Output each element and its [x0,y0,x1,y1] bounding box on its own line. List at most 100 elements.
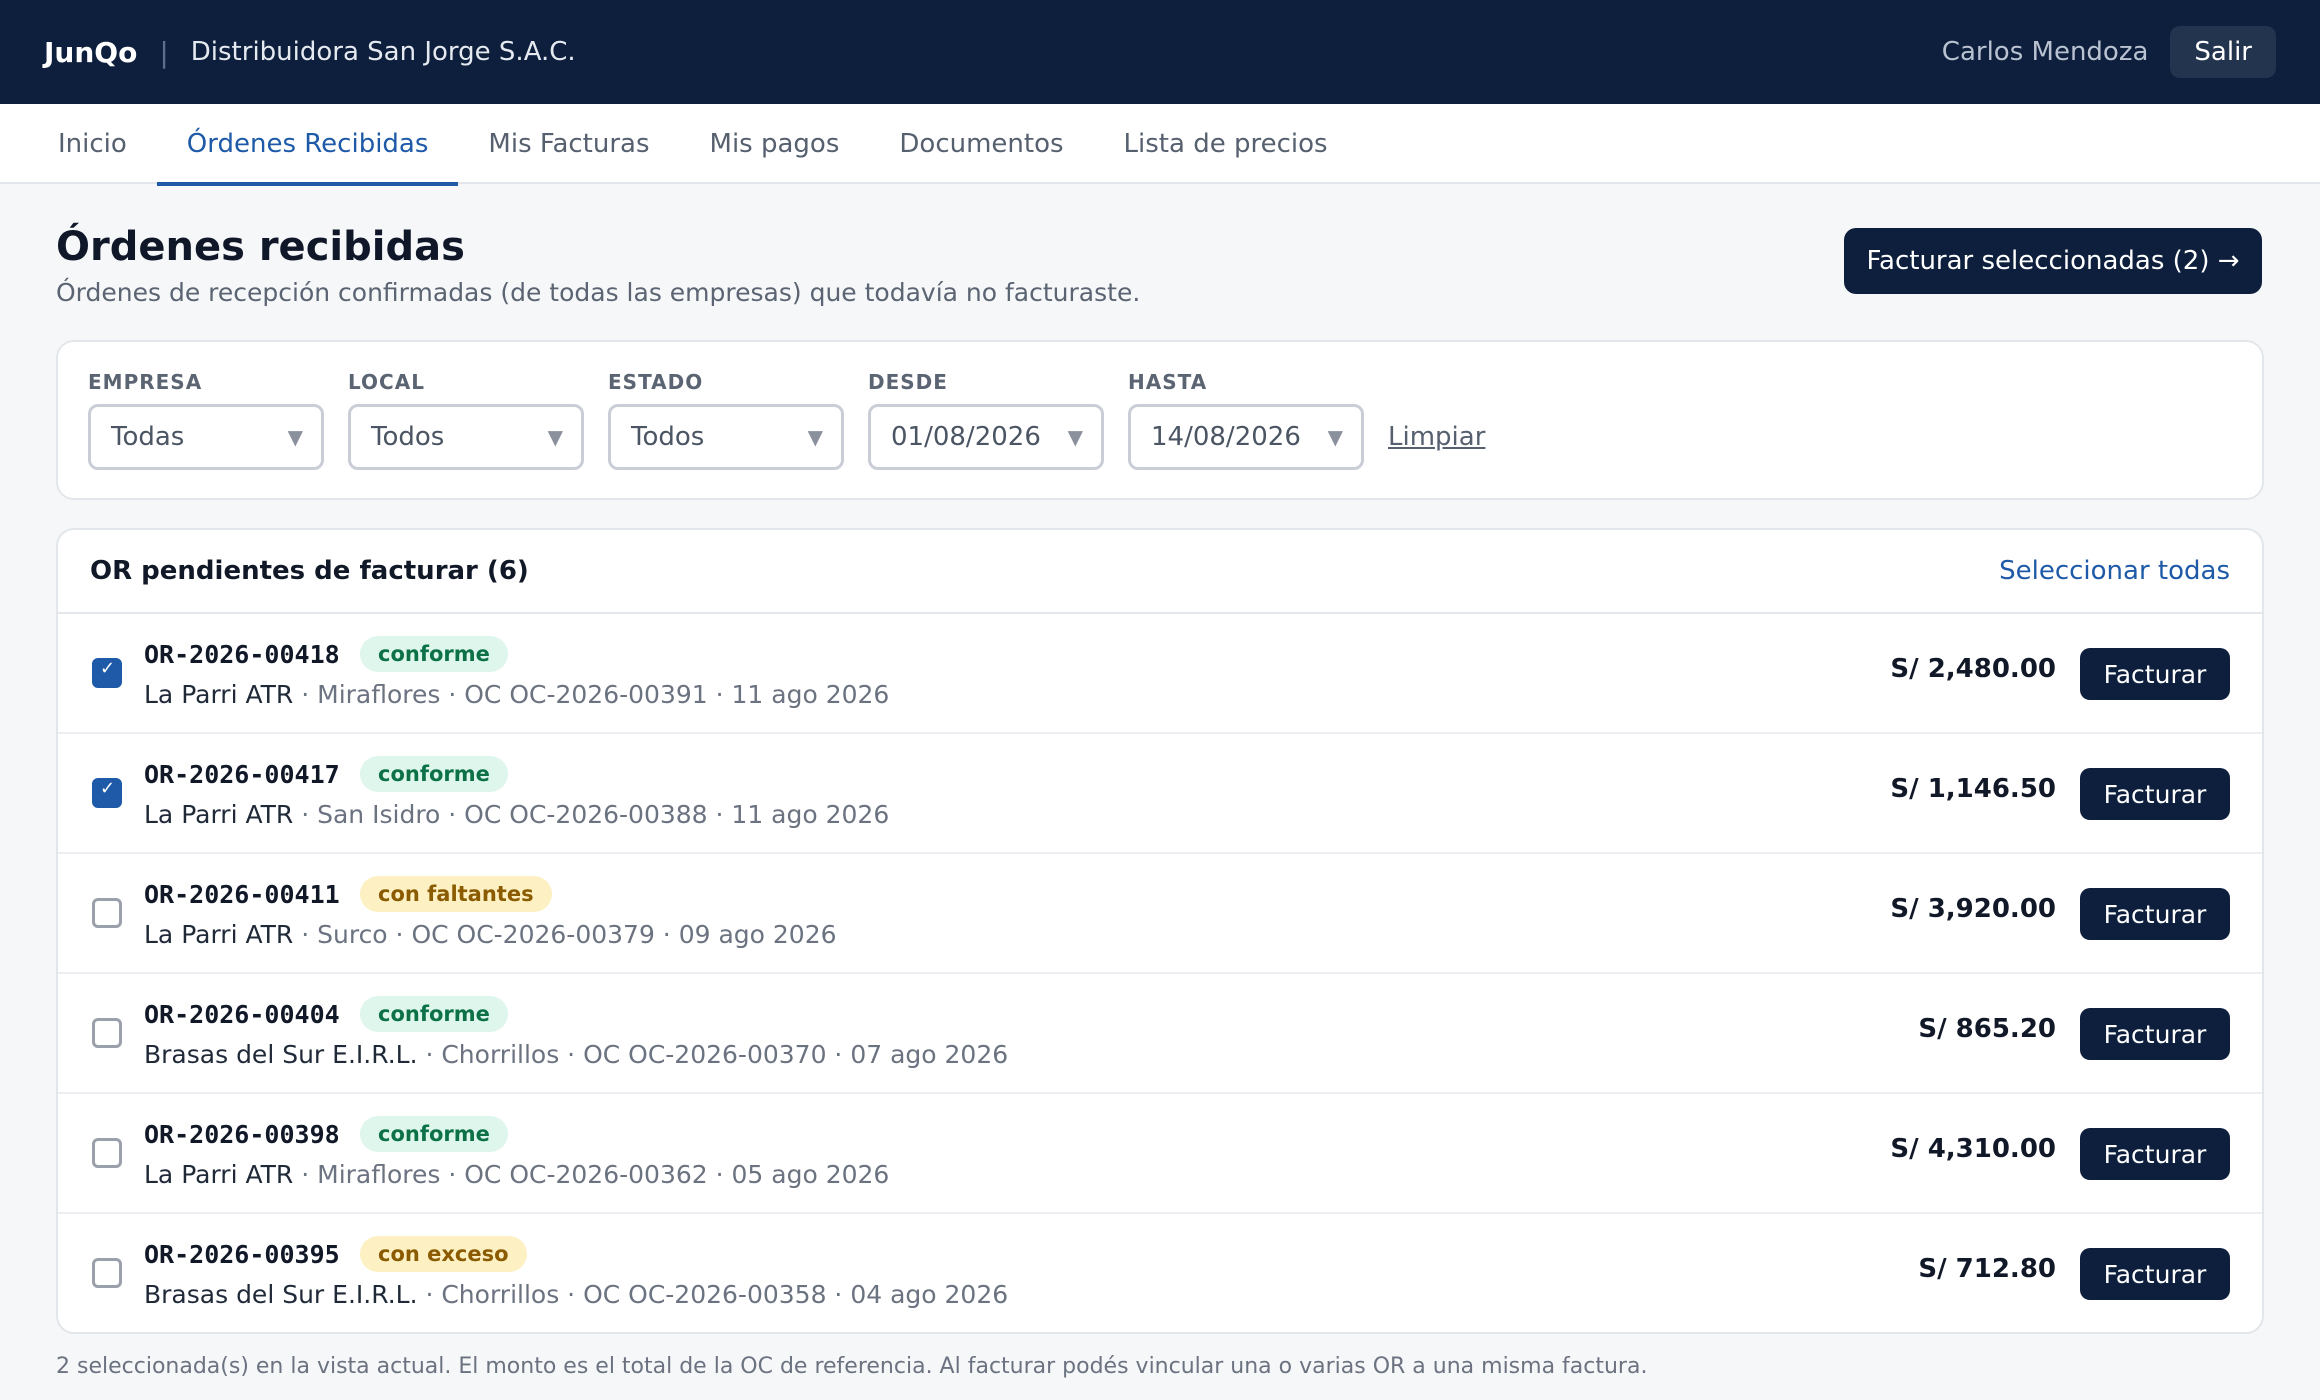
invoice-button[interactable]: Facturar [2080,888,2230,940]
list-item: OR-2026-00417 conforme La Parri ATR · Sa… [58,734,2262,854]
tab-lista-de-precios[interactable]: Lista de precios [1094,104,1358,184]
company-name: Distribuidora San Jorge S.A.C. [190,37,576,67]
pending-or-list: OR pendientes de facturar (6) Selecciona… [56,528,2264,1334]
estado-select[interactable]: Todos ▼ [608,404,844,470]
row-checkbox[interactable] [92,898,122,928]
brand-logo[interactable]: JunQo [44,36,137,69]
client-name: Brasas del Sur E.I.R.L. [144,1040,418,1069]
tab-mis-pagos[interactable]: Mis pagos [680,104,870,184]
chevron-down-icon: ▼ [1327,425,1343,449]
status-badge: conforme [360,1116,508,1152]
row-amount: S/ 1,146.50 [1890,774,2056,804]
row-details: · Surco · OC OC-2026-00379 · 09 ago 2026 [293,920,837,949]
or-code[interactable]: OR-2026-00417 [144,760,340,789]
row-checkbox[interactable] [92,658,122,688]
user-name: Carlos Mendoza [1941,37,2149,67]
filters-panel: EMPRESA Todas ▼ LOCAL Todos ▼ ESTADO Tod… [56,340,2264,500]
chevron-down-icon: ▼ [1067,425,1083,449]
filter-local: LOCAL Todos ▼ [348,370,584,470]
invoice-button[interactable]: Facturar [2080,1008,2230,1060]
row-checkbox[interactable] [92,1018,122,1048]
filter-estado: ESTADO Todos ▼ [608,370,844,470]
or-code[interactable]: OR-2026-00395 [144,1240,340,1269]
client-name: La Parri ATR [144,920,294,949]
logout-button[interactable]: Salir [2170,26,2276,78]
client-name: La Parri ATR [144,1160,294,1189]
desde-date-select[interactable]: 01/08/2026 ▼ [868,404,1104,470]
row-details: · Miraflores · OC OC-2026-00362 · 05 ago… [293,1160,890,1189]
invoice-selected-button[interactable]: Facturar seleccionadas (2) → [1844,228,2262,294]
status-badge: conforme [360,636,508,672]
row-details: · Chorrillos · OC OC-2026-00358 · 04 ago… [417,1280,1009,1309]
row-details: · Miraflores · OC OC-2026-00391 · 11 ago… [293,680,890,709]
chevron-down-icon: ▼ [287,425,303,449]
list-title: OR pendientes de facturar (6) [90,556,529,586]
client-name: La Parri ATR [144,680,294,709]
row-amount: S/ 712.80 [1918,1254,2056,1284]
filter-hasta: HASTA 14/08/2026 ▼ [1128,370,1364,470]
tab-ordenes-recibidas[interactable]: Órdenes Recibidas [156,104,459,186]
or-code[interactable]: OR-2026-00404 [144,1000,340,1029]
header-separator: | [159,35,169,69]
row-checkbox[interactable] [92,1258,122,1288]
status-badge: conforme [360,756,508,792]
tab-documentos[interactable]: Documentos [869,104,1093,184]
invoice-button[interactable]: Facturar [2080,1128,2230,1180]
tab-mis-facturas[interactable]: Mis Facturas [458,104,679,184]
row-amount: S/ 4,310.00 [1890,1134,2056,1164]
tab-inicio[interactable]: Inicio [28,104,157,184]
desde-date-value: 01/08/2026 [891,422,1041,452]
row-checkbox[interactable] [92,778,122,808]
row-meta: La Parri ATR · Surco · OC OC-2026-00379 … [144,920,837,949]
list-item: OR-2026-00395 con exceso Brasas del Sur … [58,1214,2262,1332]
page-title: Órdenes recibidas [56,224,465,270]
row-meta: Brasas del Sur E.I.R.L. · Chorrillos · O… [144,1040,1008,1069]
client-name: La Parri ATR [144,800,294,829]
or-code[interactable]: OR-2026-00411 [144,880,340,909]
filter-hasta-label: HASTA [1128,370,1208,394]
estado-select-value: Todos [631,422,705,452]
empresa-select-value: Todas [111,422,185,452]
status-badge: con exceso [360,1236,527,1272]
chevron-down-icon: ▼ [807,425,823,449]
empresa-select[interactable]: Todas ▼ [88,404,324,470]
hasta-date-select[interactable]: 14/08/2026 ▼ [1128,404,1364,470]
invoice-button[interactable]: Facturar [2080,1248,2230,1300]
list-header: OR pendientes de facturar (6) Selecciona… [58,530,2262,614]
select-all-link[interactable]: Seleccionar todas [1999,556,2230,586]
filter-empresa-label: EMPRESA [88,370,203,394]
page-subtitle: Órdenes de recepción confirmadas (de tod… [56,278,1141,307]
clear-filters-link[interactable]: Limpiar [1388,422,1485,452]
row-meta: La Parri ATR · San Isidro · OC OC-2026-0… [144,800,889,829]
local-select[interactable]: Todos ▼ [348,404,584,470]
list-item: OR-2026-00398 conforme La Parri ATR · Mi… [58,1094,2262,1214]
row-meta: La Parri ATR · Miraflores · OC OC-2026-0… [144,680,889,709]
filter-estado-label: ESTADO [608,370,704,394]
invoice-button[interactable]: Facturar [2080,768,2230,820]
filter-local-label: LOCAL [348,370,425,394]
list-item: OR-2026-00418 conforme La Parri ATR · Mi… [58,614,2262,734]
client-name: Brasas del Sur E.I.R.L. [144,1280,418,1309]
row-checkbox[interactable] [92,1138,122,1168]
or-code[interactable]: OR-2026-00418 [144,640,340,669]
row-details: · Chorrillos · OC OC-2026-00370 · 07 ago… [417,1040,1009,1069]
filter-empresa: EMPRESA Todas ▼ [88,370,324,470]
selection-footnote: 2 seleccionada(s) en la vista actual. El… [56,1354,1648,1379]
filter-desde: DESDE 01/08/2026 ▼ [868,370,1104,470]
status-badge: con faltantes [360,876,552,912]
or-code[interactable]: OR-2026-00398 [144,1120,340,1149]
local-select-value: Todos [371,422,445,452]
row-meta: Brasas del Sur E.I.R.L. · Chorrillos · O… [144,1280,1008,1309]
row-amount: S/ 865.20 [1918,1014,2056,1044]
top-bar: JunQo | Distribuidora San Jorge S.A.C. C… [0,0,2320,104]
hasta-date-value: 14/08/2026 [1151,422,1301,452]
status-badge: conforme [360,996,508,1032]
filter-desde-label: DESDE [868,370,948,394]
row-amount: S/ 3,920.00 [1890,894,2056,924]
main-nav: Inicio Órdenes Recibidas Mis Facturas Mi… [0,104,2320,186]
list-item: OR-2026-00404 conforme Brasas del Sur E.… [58,974,2262,1094]
row-meta: La Parri ATR · Miraflores · OC OC-2026-0… [144,1160,889,1189]
row-amount: S/ 2,480.00 [1890,654,2056,684]
invoice-button[interactable]: Facturar [2080,648,2230,700]
chevron-down-icon: ▼ [547,425,563,449]
